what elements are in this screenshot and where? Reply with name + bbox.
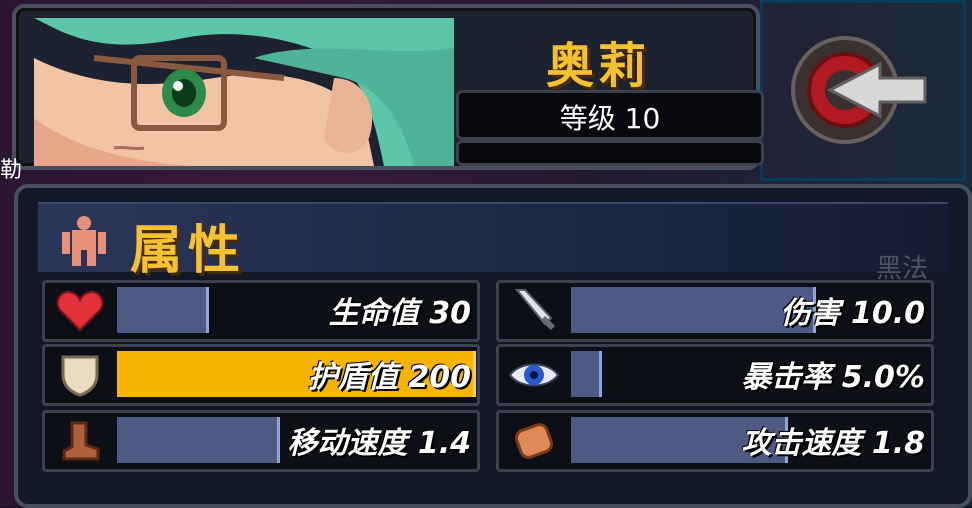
- stat-move-speed: 移动速度 1.4: [42, 410, 480, 472]
- back-arrow-icon: [791, 36, 927, 144]
- crit-rate-label: 暴击率 5.0%: [741, 360, 925, 395]
- level-box: 等级 10: [456, 90, 764, 140]
- stats-title: 属性: [130, 221, 247, 281]
- stat-shield: 护盾值 200: [42, 344, 480, 406]
- health-bar-fill: [117, 287, 209, 333]
- stat-health: 生命值 30: [42, 280, 480, 342]
- eye-icon: [501, 349, 567, 401]
- back-button[interactable]: [790, 30, 930, 150]
- character-name: 奥莉: [546, 38, 651, 94]
- boot-icon: [47, 415, 113, 467]
- character-portrait: [34, 18, 454, 166]
- character-card: 奥莉 等级 10: [12, 4, 764, 170]
- heart-icon: [47, 285, 113, 337]
- move-speed-bar-fill: [117, 417, 281, 463]
- attack-speed-label: 攻击速度 1.8: [741, 426, 925, 461]
- stat-attack-speed: 攻击速度 1.8: [496, 410, 934, 472]
- fist-icon: [501, 415, 567, 467]
- side-glyph: 勒: [0, 158, 23, 183]
- health-label: 生命值 30: [328, 296, 471, 331]
- level-label: 等级 10: [559, 102, 661, 135]
- stat-crit-rate: 暴击率 5.0%: [496, 344, 934, 406]
- damage-label: 伤害 10.0: [780, 296, 925, 331]
- body-icon: [58, 214, 110, 266]
- stats-header: 属性 黑法: [38, 202, 948, 284]
- move-speed-label: 移动速度 1.4: [287, 426, 471, 461]
- stats-panel: 属性 黑法 根 生命值 30 护盾值 200 移动速度 1.4 伤害 10.0: [14, 184, 972, 508]
- stat-damage: 伤害 10.0: [496, 280, 934, 342]
- sword-icon: [501, 285, 567, 337]
- damage-bar-fill: [571, 287, 817, 333]
- experience-bar: [456, 140, 764, 166]
- crit-rate-bar-fill: [571, 351, 603, 397]
- shield-icon: [47, 349, 113, 401]
- shield-label: 护盾值 200: [307, 360, 471, 395]
